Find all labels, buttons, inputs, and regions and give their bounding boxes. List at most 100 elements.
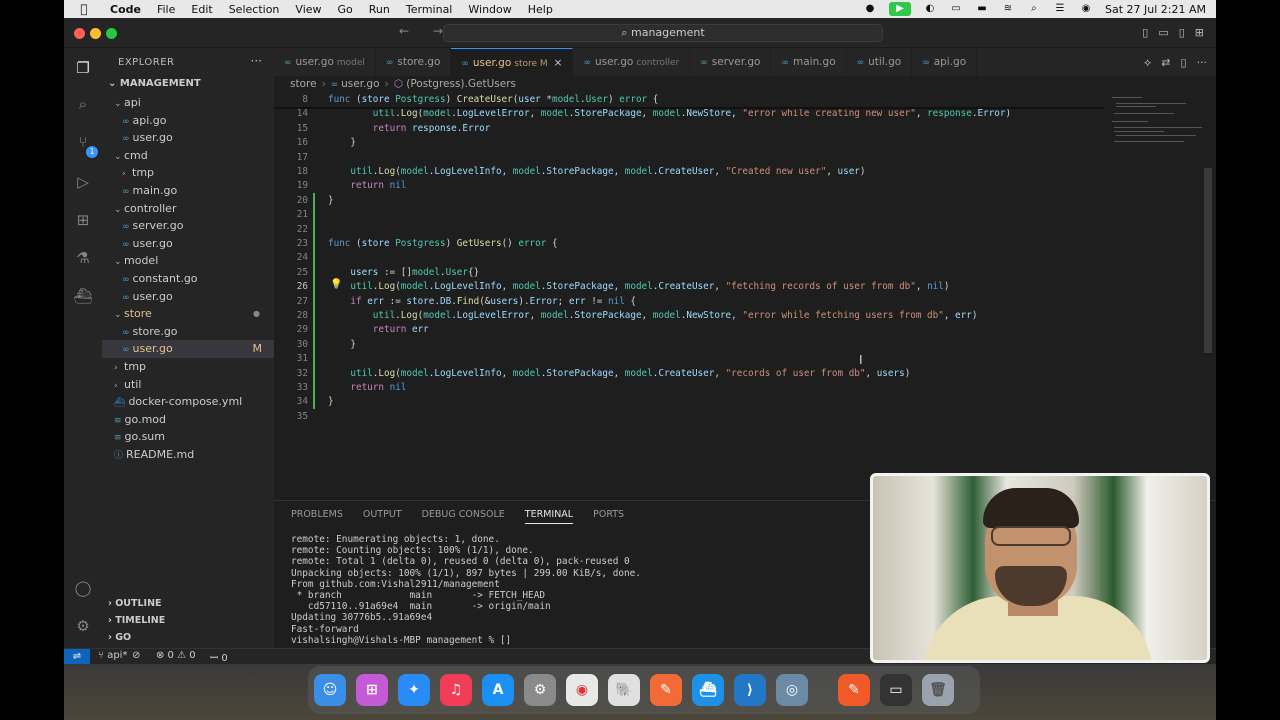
control-icon[interactable]: ◐ [923, 4, 937, 14]
go-icon[interactable]: ⟡ [1144, 56, 1151, 70]
tree-item[interactable]: ⌄ store ● [102, 305, 274, 323]
editor-tab[interactable]: ∞ user.go model [274, 48, 376, 76]
split-editor-icon[interactable]: ▯ [1181, 56, 1187, 70]
code-line[interactable]: 14 util.Log(model.LogLevelError, model.S… [274, 107, 1104, 121]
layout-icon[interactable]: ⊞ [1195, 26, 1204, 39]
trash-icon[interactable]: 🗑 [922, 674, 954, 706]
screen-icon[interactable]: ▭ [949, 4, 963, 14]
code-line[interactable]: 17 [274, 151, 1104, 165]
tree-item[interactable]: › tmp [102, 358, 274, 376]
launchpad-icon[interactable]: ⊞ [356, 674, 388, 706]
toggle-secondary-icon[interactable]: ▯ [1179, 26, 1185, 39]
tree-item[interactable]: ∞ constant.go [102, 270, 274, 288]
run-debug-icon[interactable]: ▷ [73, 172, 93, 192]
panel-tab-terminal[interactable]: TERMINAL [524, 509, 574, 524]
tree-item[interactable]: › tmp [102, 164, 274, 182]
command-center[interactable]: ⌕ management [443, 24, 883, 42]
panel-tab-output[interactable]: OUTPUT [363, 509, 402, 524]
menu-help[interactable]: Help [528, 3, 553, 16]
tree-item[interactable]: ∞ user.go [102, 288, 274, 306]
control-center-icon[interactable]: ☰ [1053, 4, 1067, 14]
breadcrumb-symbol[interactable]: (Postgress).GetUsers [406, 78, 516, 90]
tree-item[interactable]: ∞ user.go M [102, 340, 274, 358]
system-settings-icon[interactable]: ⚙ [524, 674, 556, 706]
code-line[interactable]: 25 users := []model.User{} [274, 266, 1104, 280]
vscode-icon[interactable]: ⟩ [734, 674, 766, 706]
settings-gear-icon[interactable]: ⚙ [73, 616, 93, 636]
minimap[interactable] [1108, 93, 1204, 153]
code-line[interactable]: 35 [274, 410, 1104, 424]
code-line[interactable]: 15 return response.Error [274, 122, 1104, 136]
tree-item[interactable]: ⌄ api [102, 94, 274, 112]
docker-app-icon[interactable]: ⛴ [692, 674, 724, 706]
code-line[interactable]: 34} [274, 395, 1104, 409]
battery-icon[interactable]: ▬ [975, 4, 989, 14]
workspace-root[interactable]: ⌄ MANAGEMENT [108, 78, 201, 89]
menu-terminal[interactable]: Terminal [406, 3, 453, 16]
code-line[interactable]: 30 } [274, 338, 1104, 352]
editor-tab[interactable]: ∞ server.go [690, 48, 772, 76]
wifi-icon[interactable]: ≋ [1001, 4, 1015, 14]
toggle-panel-icon[interactable]: ▭ [1158, 26, 1168, 39]
finder-icon[interactable]: ☺ [314, 674, 346, 706]
chrome-icon[interactable]: ◉ [566, 674, 598, 706]
tree-item[interactable]: ⛴ docker-compose.yml [102, 393, 274, 411]
panel-tab-problems[interactable]: PROBLEMS [291, 509, 343, 524]
editor-tab[interactable]: ∞ user.go controller [573, 48, 691, 76]
breadcrumb-folder[interactable]: store [290, 78, 317, 90]
menu-app-name[interactable]: Code [110, 3, 141, 16]
testing-icon[interactable]: ⚗ [73, 248, 93, 268]
go-section[interactable]: › GO [108, 632, 131, 643]
extensions-icon[interactable]: ⊞ [73, 210, 93, 230]
toggle-sidebar-icon[interactable]: ▯ [1142, 26, 1148, 39]
editor-scrollbar[interactable] [1204, 168, 1212, 353]
menubar-datetime[interactable]: Sat 27 Jul 2:21 AM [1105, 3, 1206, 16]
close-tab-icon[interactable]: × [554, 57, 563, 69]
tree-item[interactable]: ∞ user.go [102, 235, 274, 253]
minimize-window-button[interactable] [90, 28, 101, 39]
explorer-icon[interactable]: ❐ [73, 58, 93, 78]
tree-item[interactable]: ≡ go.mod [102, 411, 274, 429]
tree-item[interactable]: ∞ api.go [102, 112, 274, 130]
postgres-icon[interactable]: 🐘 [608, 674, 640, 706]
apple-icon[interactable]:  [74, 2, 94, 16]
timeline-section[interactable]: › TIMELINE [108, 615, 165, 626]
tree-item[interactable]: ∞ user.go [102, 129, 274, 147]
maximize-window-button[interactable] [106, 28, 117, 39]
search-icon[interactable]: ⌕ [1027, 4, 1041, 14]
code-line[interactable]: 33 return nil [274, 381, 1104, 395]
code-line[interactable]: 22 [274, 223, 1104, 237]
compare-icon[interactable]: ⇄ [1161, 56, 1170, 70]
menu-selection[interactable]: Selection [229, 3, 280, 16]
siri-icon[interactable]: ◉ [1079, 4, 1093, 14]
code-line[interactable]: 24 [274, 251, 1104, 265]
lightbulb-icon[interactable]: 💡 [330, 279, 342, 290]
code-line[interactable]: 18 util.Log(model.LogLevelInfo, model.St… [274, 165, 1104, 179]
code-line[interactable]: 31 [274, 352, 1104, 366]
menu-run[interactable]: Run [369, 3, 390, 16]
editor-tab[interactable]: ∞ util.go [847, 48, 913, 76]
code-line[interactable]: 28 util.Log(model.LogLevelError, model.S… [274, 309, 1104, 323]
remote-indicator-icon[interactable]: ⇌ [64, 649, 90, 665]
close-window-button[interactable] [74, 28, 85, 39]
more-actions-icon[interactable]: ··· [1197, 56, 1208, 70]
facetime-icon[interactable]: ▶ [888, 2, 911, 16]
tree-item[interactable]: ⌄ controller [102, 200, 274, 218]
code-line[interactable]: 26 util.Log(model.LogLevelInfo, model.St… [274, 280, 1104, 294]
code-line[interactable]: 21 [274, 208, 1104, 222]
app-store-icon[interactable]: A [482, 674, 514, 706]
terminal-output[interactable]: remote: Enumerating objects: 1, done. rem… [291, 534, 641, 646]
ports-status[interactable]: ꟷ 0 [210, 650, 228, 664]
more-actions-icon[interactable]: ··· [251, 54, 262, 68]
code-line[interactable]: 16 } [274, 136, 1104, 150]
editor-tab[interactable]: ∞ api.go [912, 48, 978, 76]
safari-icon[interactable]: ✦ [398, 674, 430, 706]
tree-item[interactable]: ⌄ model [102, 252, 274, 270]
panel-tab-ports[interactable]: PORTS [593, 509, 624, 524]
breadcrumb-file[interactable]: user.go [341, 78, 379, 90]
tree-item[interactable]: ⌄ cmd [102, 147, 274, 165]
editor-tab[interactable]: ∞ main.go [771, 48, 847, 76]
quicktime-icon[interactable]: ◎ [776, 674, 808, 706]
problems-status[interactable]: ⊗ 0 ⚠ 0 [156, 650, 196, 661]
account-icon[interactable]: ◯ [73, 578, 93, 598]
